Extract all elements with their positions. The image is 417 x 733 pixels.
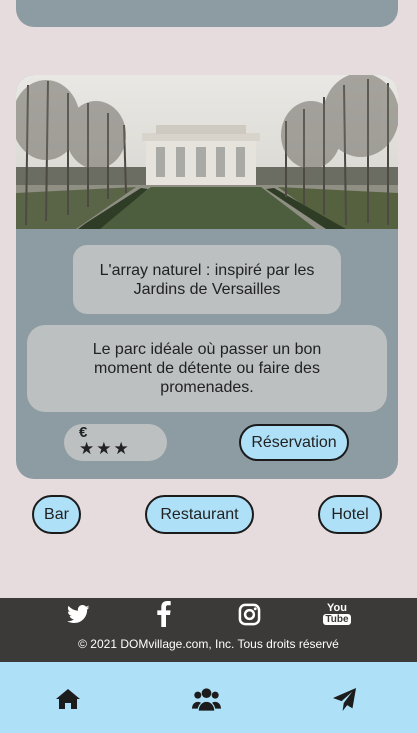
category-hotel-button[interactable]: Hotel <box>318 495 382 534</box>
youtube-you-text: You <box>327 602 347 614</box>
twitter-icon[interactable] <box>66 600 90 628</box>
home-icon[interactable] <box>56 686 80 712</box>
facebook-icon[interactable] <box>155 600 173 628</box>
card-description: Le parc idéale où passer un bon moment d… <box>27 325 387 412</box>
bottom-navbar <box>0 662 417 733</box>
previous-card-bottom <box>16 0 398 27</box>
reservation-button[interactable]: Réservation <box>239 424 349 461</box>
price-rating: € ★★★ <box>64 424 167 461</box>
star-rating: ★★★ <box>79 439 131 458</box>
send-icon[interactable] <box>330 686 358 712</box>
category-restaurant-button[interactable]: Restaurant <box>145 495 254 534</box>
category-bar-button[interactable]: Bar <box>32 495 81 534</box>
copyright-text: © 2021 DOMvillage.com, Inc. Tous droits … <box>78 637 339 651</box>
youtube-tube-text: Tube <box>323 614 351 625</box>
footer: You Tube © 2021 DOMvillage.com, Inc. Tou… <box>0 598 417 662</box>
card-title: L'array naturel : inspiré par les Jardin… <box>73 245 341 314</box>
price-currency: € <box>79 424 88 441</box>
instagram-icon[interactable] <box>236 600 262 628</box>
youtube-icon[interactable]: You Tube <box>323 600 351 628</box>
users-icon[interactable] <box>191 686 221 712</box>
garden-photo <box>16 75 398 229</box>
activity-card: L'array naturel : inspiré par les Jardin… <box>16 75 398 479</box>
